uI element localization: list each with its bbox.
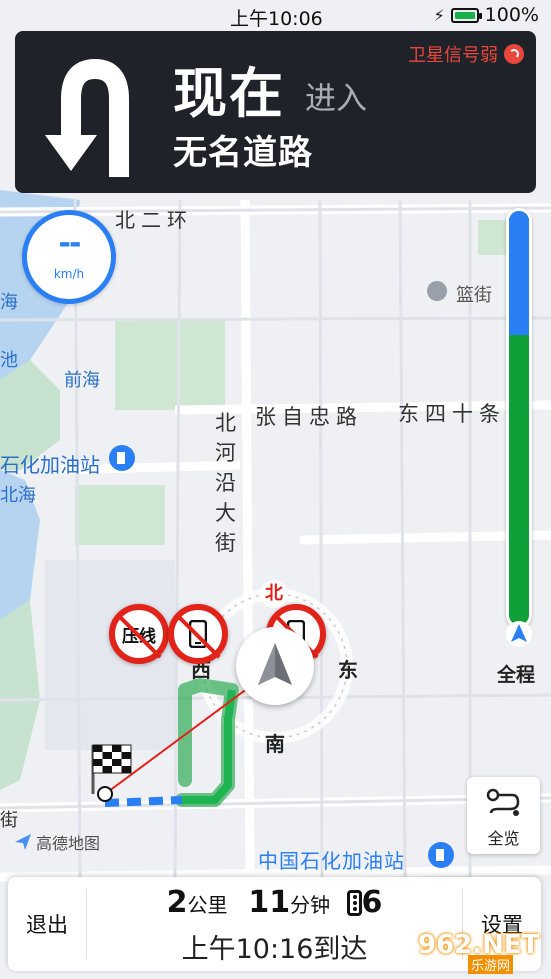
poi-label: 北海	[0, 485, 36, 506]
traffic-light-count: 6	[361, 885, 383, 920]
guidance-action: 进入	[305, 81, 367, 117]
satellite-icon	[504, 44, 524, 64]
navigation-arrow-icon	[506, 621, 532, 647]
gps-status: 卫星信号弱	[408, 41, 524, 67]
charging-icon: ⚡	[433, 5, 445, 25]
logo-text: 高德地图	[36, 834, 101, 853]
poi-label: 海	[0, 292, 18, 313]
road-label: 北二环	[115, 208, 193, 232]
poi-label: 篮街	[456, 285, 492, 306]
poi-label: 前海	[64, 370, 100, 391]
battery-fill	[454, 11, 475, 19]
speed-value: --	[58, 226, 82, 261]
guidance-panel: 现在 进入 无名道路 卫星信号弱	[15, 31, 536, 193]
exit-button[interactable]: 退出	[8, 877, 86, 971]
watermark-sub: 乐游网	[468, 955, 514, 974]
no-phone-sign	[168, 604, 228, 664]
speed-indicator: -- km/h	[22, 210, 116, 304]
eta-text: 上午10:16到达	[181, 934, 368, 965]
compass-south: 南	[265, 732, 285, 756]
poi-label: 石化加油站	[0, 453, 100, 477]
gps-status-text: 卫星信号弱	[408, 45, 498, 66]
poi-label: 街	[0, 810, 18, 831]
battery-icon	[450, 7, 482, 23]
distance-unit: 公里	[187, 893, 228, 917]
compass-east: 东	[338, 658, 358, 682]
time-value: 11	[248, 885, 291, 920]
amap-logo: 高德地图	[14, 830, 100, 854]
no-lane-crossing-sign: 压线	[109, 604, 169, 664]
overview-label: 全览	[487, 829, 520, 848]
phone-icon	[189, 620, 207, 648]
route-progress-label[interactable]: 全程	[497, 660, 535, 687]
distance-value: 2	[166, 885, 188, 920]
u-turn-icon	[45, 58, 129, 177]
guidance-now: 现在	[173, 62, 285, 125]
status-right: ⚡ 100%	[433, 4, 539, 26]
vehicle-position-icon	[236, 627, 314, 705]
route-overview-icon	[486, 788, 519, 816]
time-unit: 分钟	[290, 893, 331, 917]
status-time: 上午10:06	[230, 8, 323, 30]
road-label: 北河沿大街	[215, 411, 236, 555]
poi-label: 池	[0, 350, 18, 371]
road-label: 张自忠路	[255, 405, 363, 429]
traffic-light-icon	[346, 890, 362, 916]
road-label: 东四十条	[398, 402, 506, 426]
trip-summary: 2公里 11分钟 6	[86, 885, 463, 920]
compass-north: 北	[260, 580, 288, 608]
battery-percent: 100%	[484, 4, 539, 26]
speed-unit: km/h	[53, 267, 85, 281]
route-progress-bar	[506, 208, 532, 628]
road-label: 中国石化加油站	[258, 849, 405, 873]
overview-button[interactable]: 全览	[467, 777, 540, 854]
guidance-road: 无名道路	[173, 133, 313, 173]
route-progress-completed	[509, 211, 529, 336]
amap-logo-icon	[15, 834, 31, 850]
